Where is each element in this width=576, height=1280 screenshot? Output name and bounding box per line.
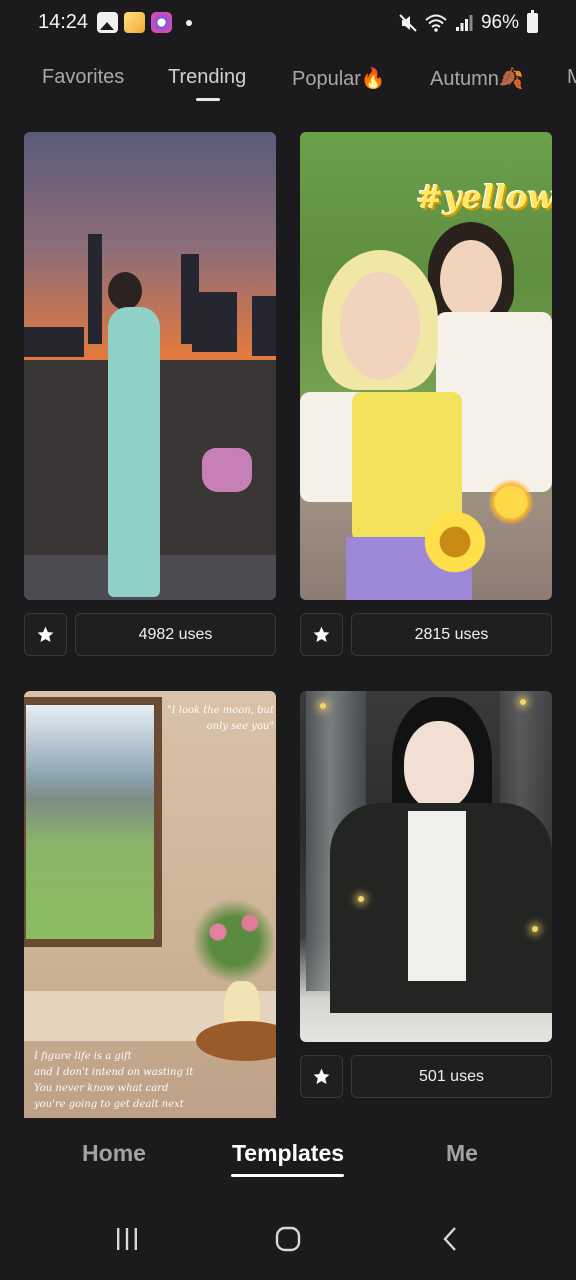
uses-button[interactable]: 501 uses bbox=[351, 1055, 552, 1098]
notification-dot bbox=[186, 19, 192, 26]
nav-home[interactable]: Home bbox=[64, 1140, 164, 1167]
tab-trending[interactable]: Trending bbox=[168, 66, 246, 89]
script-line: You never know what card bbox=[34, 1083, 169, 1094]
mute-icon bbox=[399, 14, 417, 32]
home-button-icon[interactable] bbox=[275, 1226, 301, 1252]
tab-autumn[interactable]: Autumn🍂 bbox=[430, 66, 524, 91]
tab-favorites[interactable]: Favorites bbox=[42, 66, 124, 89]
battery-icon bbox=[527, 10, 538, 33]
back-button-icon[interactable] bbox=[438, 1226, 464, 1252]
app-icon bbox=[124, 12, 145, 33]
script-line: I figure life is a gift bbox=[34, 1051, 132, 1062]
status-left-icons bbox=[97, 12, 192, 33]
uses-button[interactable]: 4982 uses bbox=[75, 613, 276, 656]
template-thumbnail-yellow[interactable]: #yellow bbox=[300, 132, 552, 600]
star-icon bbox=[313, 1068, 330, 1085]
bottom-nav: Home Templates Me bbox=[0, 1118, 576, 1198]
category-tabs: Favorites Trending Popular🔥 Autumn🍂 M bbox=[0, 52, 576, 112]
battery-percent: 96% bbox=[480, 12, 519, 33]
star-icon bbox=[313, 626, 330, 643]
nav-templates[interactable]: Templates bbox=[218, 1140, 358, 1167]
star-icon bbox=[37, 626, 54, 643]
app-screen: 14:24 96% Favorites Trending Popular🔥 Au… bbox=[0, 0, 576, 1280]
camera-app-icon bbox=[151, 12, 172, 33]
tab-popular[interactable]: Popular🔥 bbox=[292, 66, 386, 91]
status-time: 14:24 bbox=[38, 11, 89, 33]
template-thumbnail-hanfu[interactable] bbox=[300, 691, 552, 1042]
favorite-button[interactable] bbox=[300, 1055, 343, 1098]
nav-active-underline bbox=[231, 1174, 344, 1177]
script-line: you're going to get dealt next bbox=[34, 1099, 184, 1110]
quote-text: "I look the moon, but only see you" bbox=[167, 705, 274, 732]
status-bar: 14:24 96% bbox=[0, 0, 576, 48]
gallery-icon bbox=[97, 12, 118, 33]
script-line: and I don't intend on wasting it bbox=[34, 1067, 194, 1078]
template-thumbnail-sunset[interactable] bbox=[24, 132, 276, 600]
template-thumbnail-window[interactable]: "I look the moon, but only see you" I fi… bbox=[24, 691, 276, 1118]
tab-active-underline bbox=[196, 98, 220, 101]
favorite-button[interactable] bbox=[24, 613, 67, 656]
system-nav bbox=[0, 1198, 576, 1280]
favorite-button[interactable] bbox=[300, 613, 343, 656]
signal-icon bbox=[455, 15, 473, 31]
wifi-icon bbox=[425, 14, 447, 32]
uses-button[interactable]: 2815 uses bbox=[351, 613, 552, 656]
recents-button-icon[interactable] bbox=[114, 1226, 140, 1252]
tab-more[interactable]: M bbox=[567, 66, 576, 89]
yellow-sticker-text: #yellow bbox=[416, 178, 552, 216]
status-right: 96% bbox=[399, 10, 538, 34]
nav-me[interactable]: Me bbox=[412, 1140, 512, 1167]
